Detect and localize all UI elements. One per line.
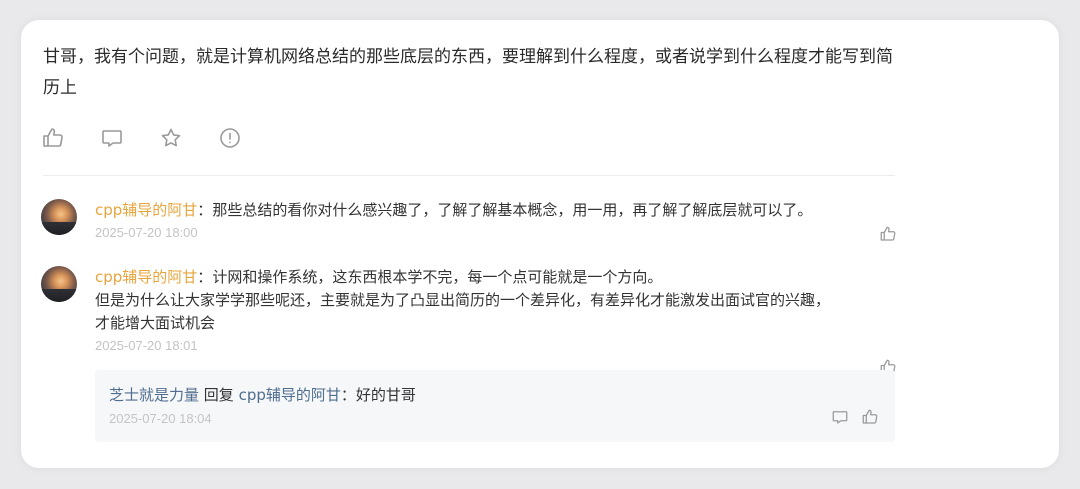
- thumbs-up-icon[interactable]: [41, 126, 65, 150]
- comment-time: 2025-07-20 18:00: [95, 225, 198, 240]
- report-icon[interactable]: [218, 126, 242, 150]
- comment-body: cpp辅导的阿甘：那些总结的看你对什么感兴趣了，了解了解基本概念，用一用，再了解…: [95, 199, 895, 243]
- reply-separator: ：: [340, 386, 356, 404]
- divider: [43, 175, 895, 176]
- comment-separator: ：: [197, 201, 213, 219]
- comment-time: 2025-07-20 18:01: [95, 338, 198, 353]
- comment-icon[interactable]: [831, 408, 849, 426]
- avatar[interactable]: [41, 199, 77, 235]
- comment-text-line: 才能增大面试机会: [95, 314, 216, 332]
- reply-item: 芝士就是力量 回复 cpp辅导的阿甘：好的甘哥 2025-07-20 18:04: [95, 370, 895, 442]
- comment-author[interactable]: cpp辅导的阿甘: [95, 268, 197, 286]
- reply-text-line: 芝士就是力量 回复 cpp辅导的阿甘：好的甘哥: [109, 384, 416, 406]
- thumbs-up-icon[interactable]: [879, 225, 897, 243]
- reply-time: 2025-07-20 18:04: [109, 411, 212, 426]
- avatar[interactable]: [41, 266, 77, 302]
- comment-item: cpp辅导的阿甘：那些总结的看你对什么感兴趣了，了解了解基本概念，用一用，再了解…: [41, 199, 897, 247]
- reply-action-bar: [831, 408, 879, 426]
- reply-from-user[interactable]: 芝士就是力量: [109, 386, 199, 404]
- comment-text-line: 但是为什么让大家学学那些呢还，主要就是为了凸显出简历的一个差异化，有差异化才能激…: [95, 291, 831, 309]
- comment-text: 那些总结的看你对什么感兴趣了，了解了解基本概念，用一用，再了解了解底层就可以了。: [212, 201, 813, 219]
- comment-separator: ：: [197, 268, 213, 286]
- comment-body: cpp辅导的阿甘：计网和操作系统，这东西根本学不完，每一个点可能就是一个方向。 …: [95, 266, 895, 356]
- post-action-bar: [41, 126, 242, 150]
- comment-text-line: cpp辅导的阿甘：那些总结的看你对什么感兴趣了，了解了解基本概念，用一用，再了解…: [95, 199, 895, 222]
- star-icon[interactable]: [159, 126, 183, 150]
- comment-author[interactable]: cpp辅导的阿甘: [95, 201, 197, 219]
- reply-text: 好的甘哥: [355, 386, 416, 404]
- reply-label: 回复: [203, 386, 234, 404]
- comment-item: cpp辅导的阿甘：计网和操作系统，这东西根本学不完，每一个点可能就是一个方向。 …: [41, 266, 897, 374]
- thumbs-up-icon[interactable]: [861, 408, 879, 426]
- question-text: 甘哥，我有个问题，就是计算机网络总结的那些底层的东西，要理解到什么程度，或者说学…: [43, 47, 893, 98]
- reply-to-user[interactable]: cpp辅导的阿甘: [239, 386, 341, 404]
- post-card: 甘哥，我有个问题，就是计算机网络总结的那些底层的东西，要理解到什么程度，或者说学…: [21, 20, 1059, 468]
- comment-icon[interactable]: [100, 126, 124, 150]
- comment-text: 计网和操作系统，这东西根本学不完，每一个点可能就是一个方向。: [212, 268, 663, 286]
- comment-text-line: cpp辅导的阿甘：计网和操作系统，这东西根本学不完，每一个点可能就是一个方向。: [95, 266, 895, 289]
